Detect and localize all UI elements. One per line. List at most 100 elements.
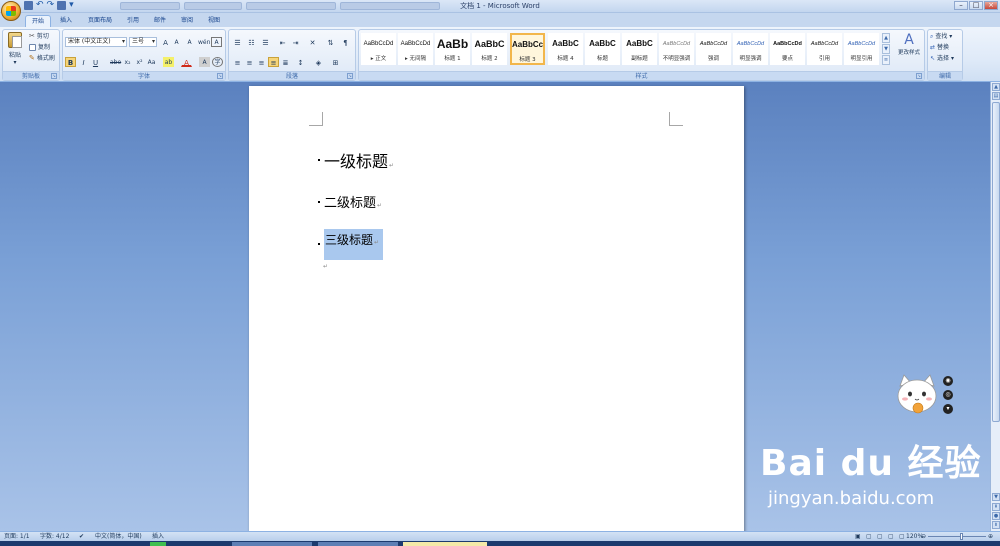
- distributed-icon[interactable]: ≣: [280, 57, 291, 67]
- shrink-font-button[interactable]: A: [171, 37, 182, 47]
- borders-icon[interactable]: ⊞: [330, 57, 341, 67]
- justify-icon[interactable]: ≡: [268, 57, 279, 67]
- font-size-combo[interactable]: 三号: [129, 37, 157, 47]
- enclose-characters-button[interactable]: 字: [212, 57, 223, 67]
- character-shading-button[interactable]: A: [199, 57, 210, 67]
- taskbar-item[interactable]: [150, 542, 166, 546]
- style-item[interactable]: AaBbCcDd ▸ 正文: [361, 33, 396, 65]
- select-button[interactable]: ↖ 选择 ▾: [930, 54, 954, 63]
- underline-button[interactable]: U: [90, 57, 101, 67]
- align-right-icon[interactable]: ≡: [256, 57, 267, 67]
- gallery-up-icon[interactable]: ▲: [882, 33, 890, 43]
- scroll-thumb[interactable]: [992, 102, 1000, 422]
- taskbar-item-active[interactable]: [403, 542, 487, 546]
- document-page[interactable]: 一级标题↵ 二级标题↵ 三级标题↵ ↵: [249, 86, 744, 531]
- tab-view[interactable]: 视图: [203, 15, 225, 27]
- style-item[interactable]: AaBbCcDd 明显强调: [733, 33, 768, 65]
- scroll-down-icon[interactable]: ▼: [992, 493, 1000, 501]
- multilevel-list-icon[interactable]: ☰: [260, 37, 271, 47]
- word-count[interactable]: 字数: 4/12: [40, 532, 69, 541]
- heading-3-paragraph-selected[interactable]: 三级标题↵: [318, 229, 384, 260]
- cut-button[interactable]: ✂ 剪切: [29, 32, 49, 41]
- style-item[interactable]: AaBbC 标题 2: [472, 33, 507, 65]
- style-item[interactable]: AaBbC 标题 4: [548, 33, 583, 65]
- style-item[interactable]: AaBbCcDd 明显引用: [844, 33, 879, 65]
- zoom-out-icon[interactable]: ⊖: [921, 532, 926, 541]
- clipboard-launcher-icon[interactable]: ↘: [51, 73, 57, 79]
- replace-button[interactable]: ⇄ 替换: [930, 43, 949, 52]
- tab-review[interactable]: 审阅: [176, 15, 198, 27]
- gallery-down-icon[interactable]: ▼: [882, 44, 890, 54]
- previous-page-icon[interactable]: ⇞: [992, 503, 1000, 511]
- numbering-icon[interactable]: ☷: [246, 37, 257, 47]
- style-item[interactable]: AaBbCcDd 引用: [807, 33, 842, 65]
- style-item[interactable]: AaBb 标题 1: [435, 33, 470, 65]
- phonetic-guide-button[interactable]: wén: [197, 37, 210, 47]
- maximize-button[interactable]: □: [969, 1, 983, 10]
- zoom-slider-thumb[interactable]: [960, 533, 963, 540]
- cat-mascot-icon[interactable]: [894, 372, 940, 418]
- page-count[interactable]: 页面: 1/1: [4, 532, 30, 541]
- web-layout-view-icon[interactable]: ▢: [877, 532, 883, 541]
- zoom-in-icon[interactable]: ⊕: [988, 532, 993, 541]
- paste-button[interactable]: 粘贴 ▾: [5, 32, 25, 66]
- mascot-control-icon[interactable]: ◎: [943, 390, 953, 400]
- character-border-button[interactable]: A: [211, 37, 222, 47]
- sort-icon[interactable]: ⇅: [325, 37, 336, 47]
- gallery-more-icon[interactable]: ≡: [882, 55, 890, 65]
- heading-2-paragraph[interactable]: 二级标题↵: [318, 192, 382, 211]
- heading-1-paragraph[interactable]: 一级标题↵: [318, 148, 394, 172]
- clear-format-button[interactable]: A: [184, 37, 195, 47]
- italic-button[interactable]: I: [78, 57, 89, 67]
- line-spacing-icon[interactable]: ↕: [295, 57, 306, 67]
- bold-button[interactable]: B: [65, 57, 76, 67]
- tab-home[interactable]: 开始: [25, 15, 51, 27]
- proofing-icon[interactable]: ✔: [79, 532, 84, 541]
- tab-mailings[interactable]: 邮件: [149, 15, 171, 27]
- tab-insert[interactable]: 插入: [55, 15, 77, 27]
- zoom-slider-track[interactable]: [928, 536, 986, 537]
- close-button[interactable]: ×: [984, 1, 998, 10]
- font-color-button[interactable]: A: [181, 57, 192, 67]
- insert-mode-indicator[interactable]: 插入: [152, 532, 164, 541]
- copy-button[interactable]: 复制: [29, 43, 50, 52]
- grow-font-button[interactable]: A: [160, 37, 171, 47]
- align-left-icon[interactable]: ≡: [232, 57, 243, 67]
- style-item-selected[interactable]: AaBbCc 标题 3: [510, 33, 545, 65]
- styles-launcher-icon[interactable]: ↘: [916, 73, 922, 79]
- taskbar-item[interactable]: [318, 542, 398, 546]
- show-marks-icon[interactable]: ¶: [340, 37, 351, 47]
- style-item[interactable]: AaBbC 标题: [585, 33, 620, 65]
- style-item[interactable]: AaBbCcDd 要点: [770, 33, 805, 65]
- next-page-icon[interactable]: ⇟: [992, 521, 1000, 529]
- subscript-button[interactable]: x₂: [122, 57, 133, 67]
- format-painter-button[interactable]: ✎ 格式刷: [29, 54, 55, 63]
- change-case-button[interactable]: Aa: [146, 57, 157, 67]
- taskbar-item[interactable]: [232, 542, 312, 546]
- minimize-button[interactable]: –: [954, 1, 968, 10]
- shading-icon[interactable]: ◈: [313, 57, 324, 67]
- increase-indent-icon[interactable]: ⇥: [290, 37, 301, 47]
- decrease-indent-icon[interactable]: ⇤: [277, 37, 288, 47]
- tab-references[interactable]: 引用: [122, 15, 144, 27]
- align-center-icon[interactable]: ≡: [244, 57, 255, 67]
- change-styles-button[interactable]: A 更改样式: [894, 32, 924, 66]
- print-layout-view-icon[interactable]: ▣: [855, 532, 861, 541]
- outline-view-icon[interactable]: ▢: [888, 532, 894, 541]
- tab-page-layout[interactable]: 页面布局: [82, 15, 118, 27]
- find-button[interactable]: ⌕ 查找 ▾: [930, 32, 952, 41]
- font-name-combo[interactable]: 宋体 (中文正文): [65, 37, 127, 47]
- style-item[interactable]: AaBbCcDd 强调: [696, 33, 731, 65]
- strikethrough-button[interactable]: abe: [109, 57, 121, 67]
- superscript-button[interactable]: x²: [134, 57, 145, 67]
- chinese-layout-icon[interactable]: ✕: [307, 37, 318, 47]
- draft-view-icon[interactable]: ▢: [899, 532, 905, 541]
- highlight-button[interactable]: ab: [163, 57, 174, 67]
- vertical-scrollbar[interactable]: ▲ ▤ ▼ ⇞ ● ⇟: [990, 82, 1000, 531]
- style-item[interactable]: AaBbCcDd 不明显强调: [659, 33, 694, 65]
- mascot-control-icon[interactable]: ◉: [943, 376, 953, 386]
- ruler-toggle-icon[interactable]: ▤: [992, 92, 1000, 100]
- font-launcher-icon[interactable]: ↘: [217, 73, 223, 79]
- paragraph-launcher-icon[interactable]: ↘: [347, 73, 353, 79]
- style-item[interactable]: AaBbCcDd ▸ 无间隔: [398, 33, 433, 65]
